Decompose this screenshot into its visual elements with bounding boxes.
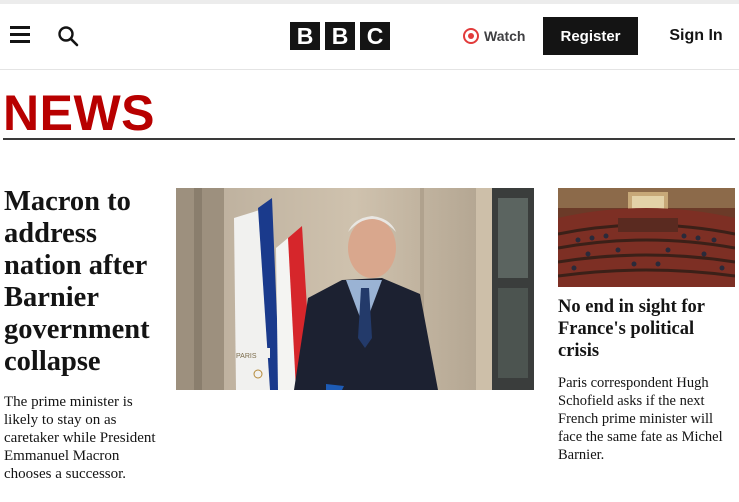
sign-in-button[interactable]: Sign In bbox=[666, 17, 726, 55]
register-button[interactable]: Register bbox=[543, 17, 638, 55]
logo-block: B bbox=[290, 22, 320, 50]
lead-story-summary: The prime minister is likely to stay on … bbox=[4, 394, 156, 482]
watch-link[interactable]: Watch bbox=[463, 25, 525, 47]
menu-button[interactable] bbox=[10, 26, 30, 44]
logo-block: C bbox=[360, 22, 390, 50]
section-title[interactable]: NEWS bbox=[3, 85, 155, 141]
lead-story-headline[interactable]: Macron to address nation after Barnier g… bbox=[4, 186, 172, 378]
search-icon bbox=[58, 26, 79, 47]
side-story-summary: Paris correspondent Hugh Schofield asks … bbox=[558, 375, 723, 463]
live-dot-icon bbox=[463, 28, 479, 44]
logo-block: B bbox=[325, 22, 355, 50]
watch-label: Watch bbox=[484, 28, 526, 44]
side-story-image[interactable] bbox=[558, 188, 735, 287]
section-divider bbox=[3, 138, 735, 140]
site-header: B B C Watch Register Sign In bbox=[0, 4, 739, 70]
search-button[interactable] bbox=[57, 25, 79, 47]
hamburger-menu-icon bbox=[10, 26, 30, 29]
side-story-headline[interactable]: No end in sight for France's political c… bbox=[558, 296, 736, 362]
bbc-logo[interactable]: B B C bbox=[290, 22, 390, 50]
flag-text: PARIS bbox=[236, 353, 257, 360]
lead-story-image[interactable]: PARIS bbox=[176, 188, 534, 390]
